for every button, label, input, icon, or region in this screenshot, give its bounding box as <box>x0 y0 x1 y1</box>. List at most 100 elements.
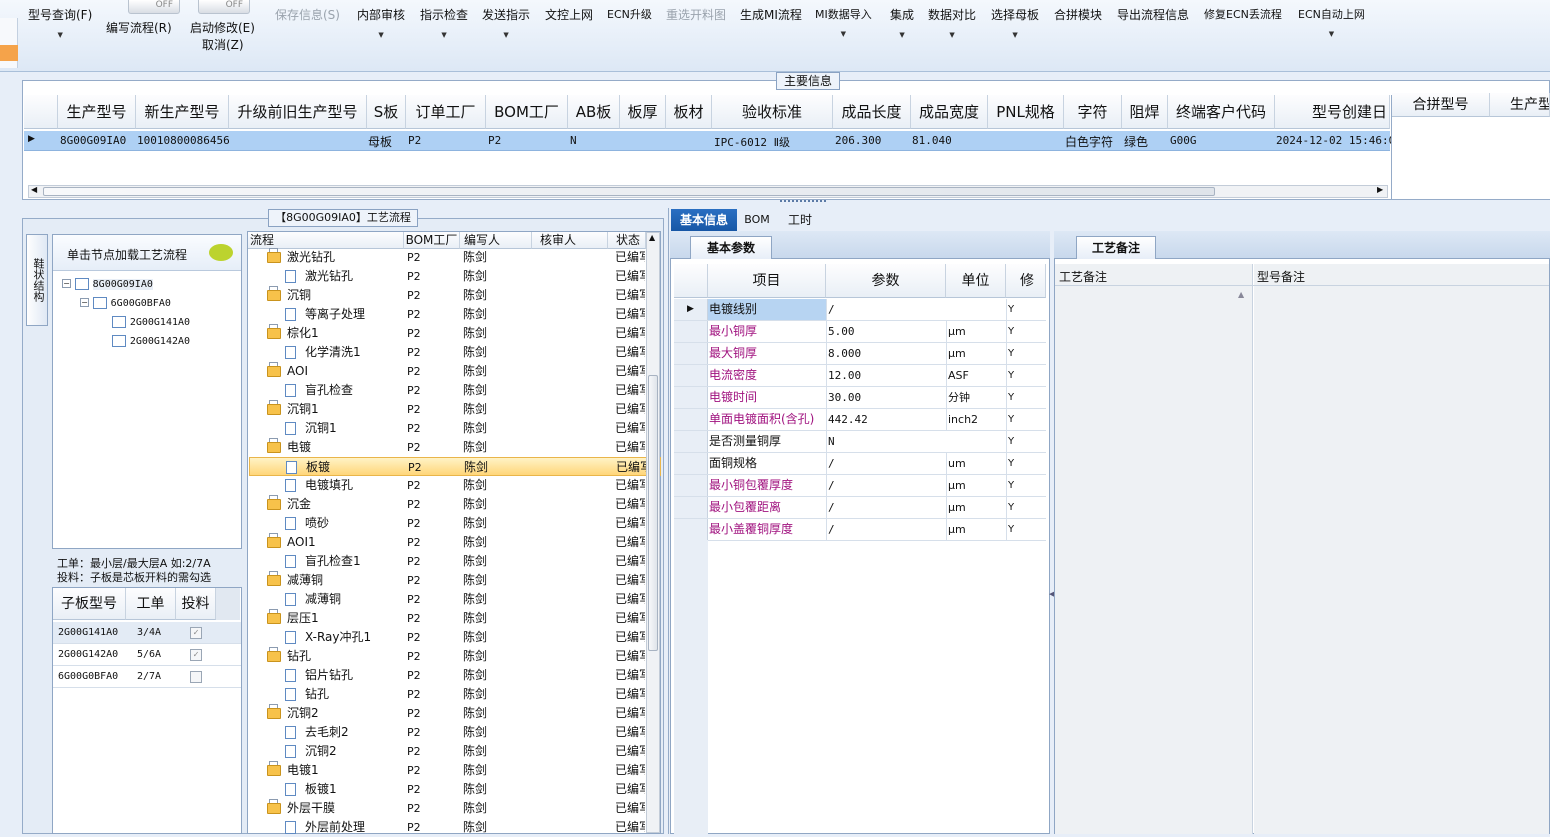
col-merge-model[interactable]: 合拼型号 <box>1392 93 1490 117</box>
reselect-cutting-button[interactable]: 重选开料图 <box>666 6 726 23</box>
start-modify-button[interactable]: 启动修改(E) <box>190 20 255 36</box>
col-mask[interactable]: 阻焊 <box>1122 95 1168 129</box>
select-motherboard-button[interactable]: 选择母板 ▼ <box>991 6 1039 39</box>
process-remark-area[interactable] <box>1055 264 1253 834</box>
param-value[interactable]: / <box>826 453 946 474</box>
flow-row[interactable]: 去毛刺2 P2 陈剑 已编写 <box>249 723 661 742</box>
flow-row[interactable]: 化学清洗1 P2 陈剑 已编写 <box>249 343 661 362</box>
flow-vscrollbar[interactable]: ▲ <box>646 232 660 833</box>
collapse-icon[interactable]: − <box>62 279 71 288</box>
flow-row[interactable]: −钻孔P2陈剑已编写 <box>249 647 661 666</box>
model-query-button[interactable]: 型号查询(F) ▼ <box>28 6 92 39</box>
flow-row[interactable]: −棕化1P2陈剑已编写 <box>249 324 661 343</box>
scroll-right-icon[interactable]: ▶ <box>1377 185 1383 194</box>
param-row[interactable]: 最小铜包覆厚度 / μm Y <box>674 475 1046 497</box>
tree-node-leaf-2[interactable]: 2G00G142A0 <box>112 333 190 347</box>
flow-row[interactable]: 激光钻孔 P2 陈剑 已编写 <box>249 267 661 286</box>
tab-bom[interactable]: BOM <box>742 209 772 231</box>
param-row[interactable]: 最大铜厚 8.000 μm Y <box>674 343 1046 365</box>
tree-node-leaf-1[interactable]: 2G00G141A0 <box>112 314 190 328</box>
merge-module-button[interactable]: 合拼模块 <box>1054 6 1102 23</box>
scroll-left-icon[interactable]: ◀ <box>31 185 37 194</box>
flow-row[interactable]: 钻孔 P2 陈剑 已编写 <box>249 685 661 704</box>
flow-row[interactable]: 电镀填孔 P2 陈剑 已编写 <box>249 476 661 495</box>
param-value[interactable]: 8.000 <box>826 343 946 364</box>
generate-mi-flow-button[interactable]: 生成MI流程 <box>740 6 802 23</box>
flow-row[interactable]: −AOIP2陈剑已编写 <box>249 362 661 381</box>
flow-row[interactable]: 沉铜1 P2 陈剑 已编写 <box>249 419 661 438</box>
param-row[interactable]: 面铜规格 / um Y <box>674 453 1046 475</box>
col-new-model[interactable]: 新生产型号 <box>136 95 229 129</box>
write-flow-button[interactable]: 编写流程(R) <box>106 20 172 36</box>
param-value[interactable]: 442.42 <box>826 409 946 430</box>
feed-checkbox[interactable] <box>190 671 202 683</box>
flow-row[interactable]: 铝片钻孔 P2 陈剑 已编写 <box>249 666 661 685</box>
col-prod-model-2[interactable]: 生产型 <box>1490 93 1550 117</box>
flow-row[interactable]: 喷砂 P2 陈剑 已编写 <box>249 514 661 533</box>
param-row[interactable]: 最小盖覆铜厚度 / μm Y <box>674 519 1046 541</box>
flow-row[interactable]: 盲孔检查 P2 陈剑 已编写 <box>249 381 661 400</box>
param-row[interactable]: 电镀时间 30.00 分钟 Y <box>674 387 1046 409</box>
param-value[interactable]: 5.00 <box>826 321 946 342</box>
col-material[interactable]: 板材 <box>666 95 712 129</box>
col-order-factory[interactable]: 订单工厂 <box>406 95 486 129</box>
col-standard[interactable]: 验收标准 <box>712 95 833 129</box>
flow-row[interactable]: −AOI1P2陈剑已编写 <box>249 533 661 552</box>
col-old-model[interactable]: 升级前旧生产型号 <box>229 95 367 129</box>
col-pnl[interactable]: PNL规格 <box>988 95 1064 129</box>
col-thickness[interactable]: 板厚 <box>620 95 666 129</box>
toggle-switch-1[interactable]: OFF <box>128 0 180 14</box>
send-instruction-button[interactable]: 发送指示 ▼ <box>482 6 530 39</box>
sub-board-row[interactable]: 2G00G142A0 5/6A ✓ <box>53 644 241 666</box>
flow-row[interactable]: 外层前处理 P2 陈剑 已编写 <box>249 818 661 837</box>
doc-online-button[interactable]: 文控上网 <box>545 6 593 23</box>
param-value[interactable]: / <box>826 299 946 320</box>
integrate-button[interactable]: 集成 ▼ <box>890 6 914 39</box>
sub-board-row[interactable]: 6G00G0BFA0 2/7A <box>53 666 241 688</box>
param-value[interactable]: N <box>826 431 946 452</box>
flow-row[interactable]: −外层干膜P2陈剑已编写 <box>249 799 661 818</box>
col-reviewer[interactable]: 核审人 <box>532 232 608 249</box>
flow-row[interactable]: 盲孔检查1 P2 陈剑 已编写 <box>249 552 661 571</box>
scroll-thumb[interactable] <box>648 375 658 651</box>
col-prod-model[interactable]: 生产型号 <box>58 95 136 129</box>
col-ab-board[interactable]: AB板 <box>568 95 620 129</box>
flow-row[interactable]: X-Ray冲孔1 P2 陈剑 已编写 <box>249 628 661 647</box>
col-item[interactable]: 项目 <box>708 264 826 298</box>
flow-row[interactable]: −电镀P2陈剑已编写 <box>249 438 661 457</box>
col-status[interactable]: 状态 <box>608 232 646 249</box>
scroll-thumb[interactable] <box>43 187 1215 196</box>
tab-basic-info[interactable]: 基本信息 <box>671 209 737 231</box>
param-value[interactable]: / <box>826 519 946 540</box>
col-sub-order[interactable]: 工单 <box>126 588 176 620</box>
col-char[interactable]: 字符 <box>1064 95 1122 129</box>
param-value[interactable]: / <box>826 497 946 518</box>
col-param[interactable]: 参数 <box>826 264 946 298</box>
data-compare-button[interactable]: 数据对比 ▼ <box>928 6 976 39</box>
flow-row[interactable]: 等离子处理 P2 陈剑 已编写 <box>249 305 661 324</box>
ecn-upgrade-button[interactable]: ECN升级 <box>607 6 652 22</box>
cancel-button[interactable]: 取消(Z) <box>202 37 244 53</box>
flow-row[interactable]: −沉金P2陈剑已编写 <box>249 495 661 514</box>
sub-board-row[interactable]: 2G00G141A0 3/4A ✓ <box>53 622 241 644</box>
save-info-button[interactable]: 保存信息(S) <box>275 6 340 23</box>
flow-row[interactable]: −激光钻孔P2陈剑已编写 <box>249 248 661 267</box>
param-row[interactable]: 最小铜厚 5.00 μm Y <box>674 321 1046 343</box>
internal-review-button[interactable]: 内部审核 ▼ <box>357 6 405 39</box>
col-modify[interactable]: 修改 <box>1006 264 1046 298</box>
flow-row[interactable]: 板镀 P2 陈剑 已编写 <box>249 457 661 476</box>
tab-hours[interactable]: 工时 <box>780 209 820 231</box>
flow-row[interactable]: −沉铜2P2陈剑已编写 <box>249 704 661 723</box>
col-s-board[interactable]: S板 <box>367 95 406 129</box>
col-bom-factory[interactable]: BOM工厂 <box>486 95 568 129</box>
param-value[interactable]: / <box>826 475 946 496</box>
fix-ecn-flow-button[interactable]: 修复ECN丢流程 <box>1204 6 1282 22</box>
col-writer[interactable]: 编写人 <box>460 232 532 249</box>
main-grid-hscrollbar[interactable]: ◀ ▶ <box>28 185 1388 198</box>
tree-node-root[interactable]: − 8G00G09IA0 <box>62 276 153 290</box>
collapse-icon[interactable]: − <box>80 298 89 307</box>
flow-row[interactable]: 沉铜2 P2 陈剑 已编写 <box>249 742 661 761</box>
col-length[interactable]: 成品长度 <box>833 95 911 129</box>
model-remark-area[interactable] <box>1254 264 1549 834</box>
scroll-up-icon[interactable]: ▲ <box>649 233 655 242</box>
